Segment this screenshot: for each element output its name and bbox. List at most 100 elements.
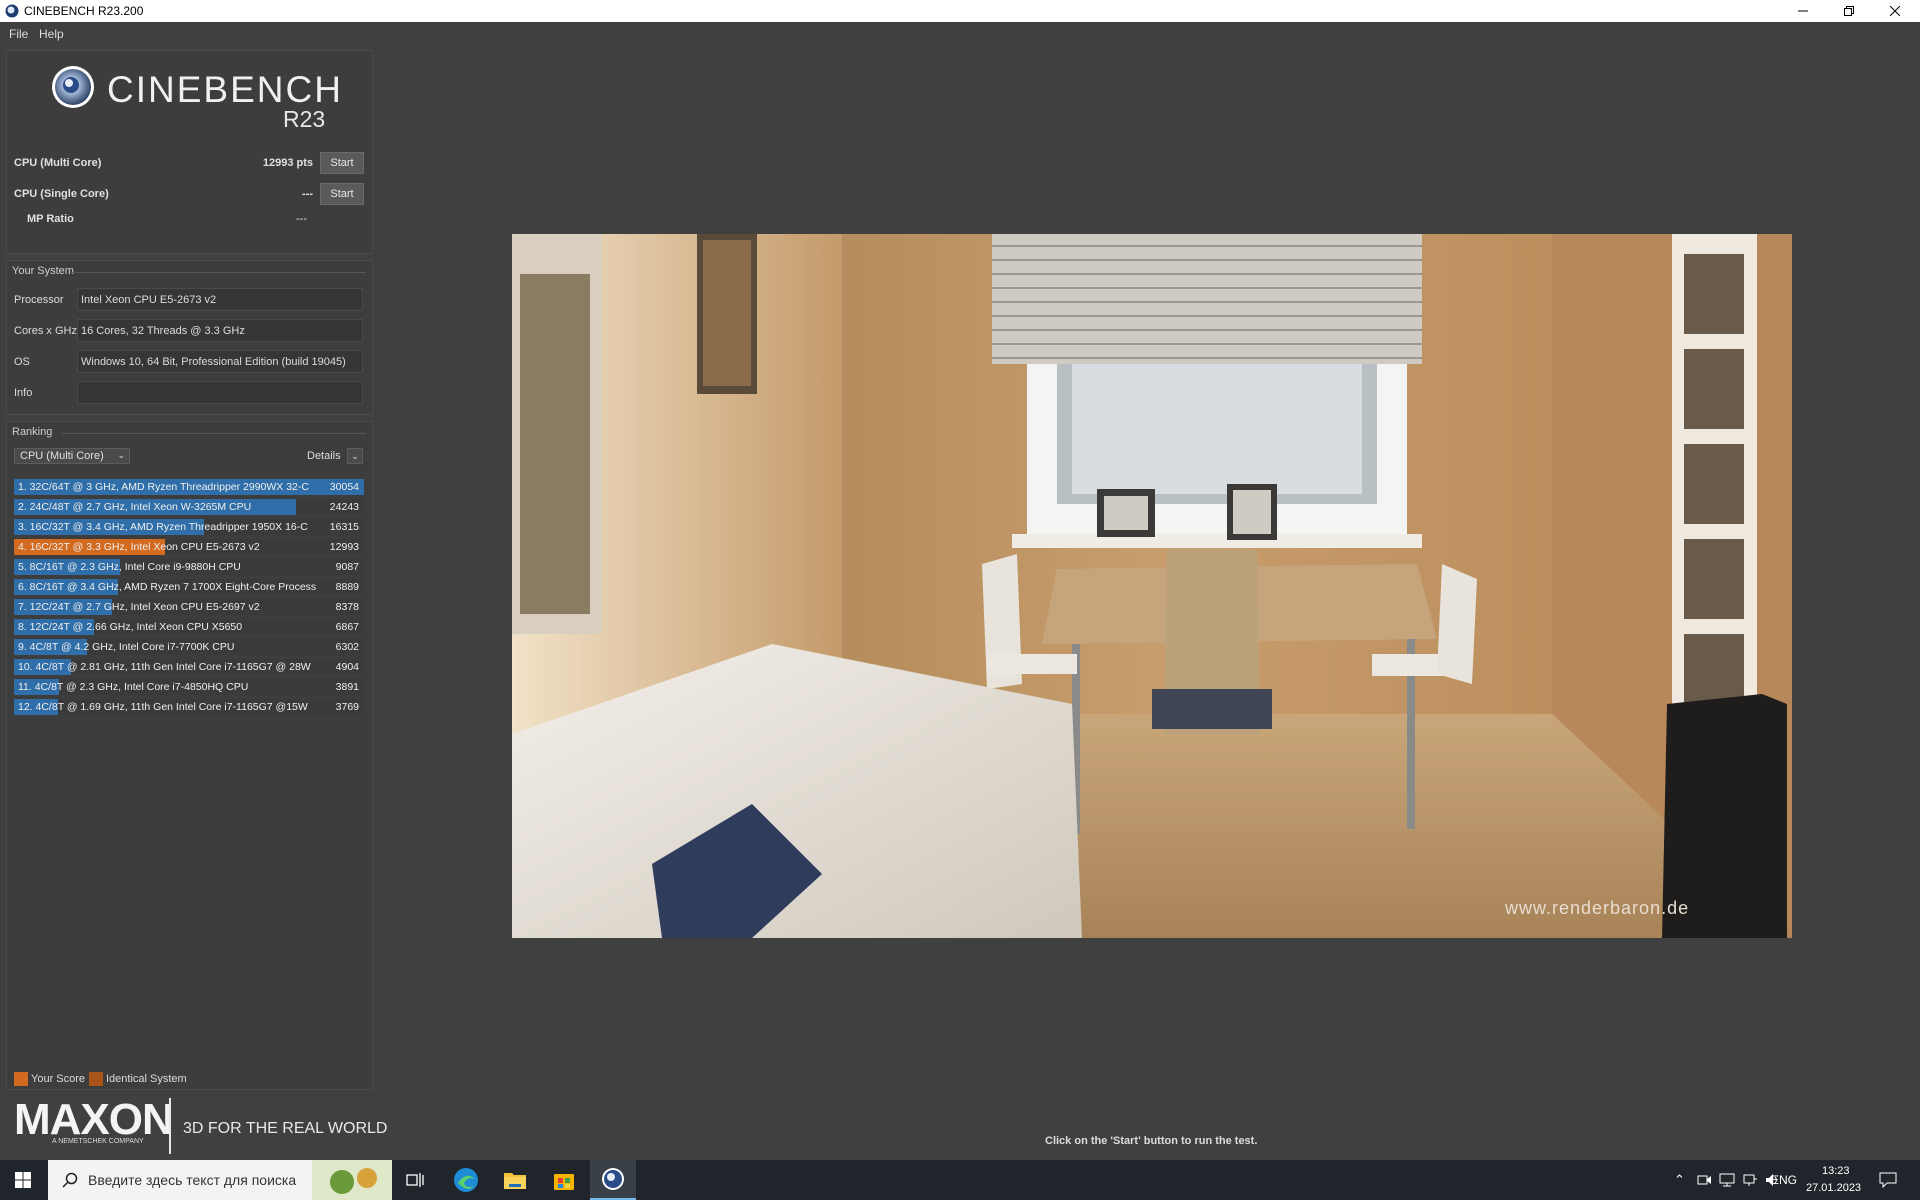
your-system-title: Your System [12,265,74,277]
language-indicator[interactable]: ENG [1771,1173,1797,1187]
ranking-cpu-name: 1. 32C/64T @ 3 GHz, AMD Ryzen Threadripp… [18,481,309,493]
os-field: Windows 10, 64 Bit, Professional Edition… [77,350,363,373]
search-placeholder: Введите здесь текст для поиска [88,1172,297,1188]
ethernet-icon[interactable] [1742,1172,1758,1188]
ranking-row[interactable]: 2. 24C/48T @ 2.7 GHz, Intel Xeon W-3265M… [14,499,364,515]
edge-icon [454,1168,478,1192]
mp-ratio-label: MP Ratio [27,213,74,225]
ranking-score: 3891 [335,681,359,693]
ranking-cpu-name: 6. 8C/16T @ 3.4 GHz, AMD Ryzen 7 1700X E… [18,581,317,593]
ranking-cpu-name: 9. 4C/8T @ 4.2 GHz, Intel Core i7-7700K … [18,641,235,653]
task-view-button[interactable] [392,1160,438,1200]
ranking-cpu-name: 3. 16C/32T @ 3.4 GHz, AMD Ryzen Threadri… [18,521,308,533]
ranking-score: 12993 [329,541,359,553]
ranking-row[interactable]: 4. 16C/32T @ 3.3 GHz, Intel Xeon CPU E5-… [14,539,364,555]
os-label: OS [14,356,30,368]
ranking-row[interactable]: 8. 12C/24T @ 2.66 GHz, Intel Xeon CPU X5… [14,619,364,635]
chevron-down-icon: ⌄ [351,451,359,461]
start-multi-core-button[interactable]: Start [320,152,364,174]
taskbar-edge-button[interactable] [443,1160,489,1200]
network-icon[interactable] [1719,1172,1735,1188]
meet-now-icon[interactable] [1696,1172,1712,1188]
minimize-button[interactable] [1780,0,1826,22]
taskbar-explorer-button[interactable] [492,1160,538,1200]
ranking-score: 3769 [335,701,359,713]
identical-system-swatch [89,1072,103,1086]
taskbar-store-button[interactable] [541,1160,587,1200]
restore-button[interactable] [1826,0,1872,22]
menu-help[interactable]: Help [39,27,64,41]
ranking-row[interactable]: 7. 12C/24T @ 2.7 GHz, Intel Xeon CPU E5-… [14,599,364,615]
ranking-score: 6867 [335,621,359,633]
start-single-core-button[interactable]: Start [320,183,364,205]
mp-ratio-value: --- [296,213,307,225]
ranking-row[interactable]: 1. 32C/64T @ 3 GHz, AMD Ryzen Threadripp… [14,479,364,495]
notification-icon[interactable] [1879,1172,1897,1188]
section-divider [62,433,366,434]
ranking-cpu-name: 11. 4C/8T @ 2.3 GHz, Intel Core i7-4850H… [18,681,249,693]
status-message: Click on the 'Start' button to run the t… [1045,1135,1258,1147]
windows-logo-icon [15,1172,31,1188]
ranking-score: 8378 [335,601,359,613]
ranking-score: 16315 [329,521,359,533]
ranking-type-dropdown[interactable]: CPU (Multi Core) ⌄ [14,448,130,464]
ranking-cpu-name: 7. 12C/24T @ 2.7 GHz, Intel Xeon CPU E5-… [18,601,260,613]
identical-system-legend: Identical System [106,1073,187,1085]
cores-field: 16 Cores, 32 Threads @ 3.3 GHz [77,319,363,342]
cinebench-logo-icon [52,66,94,108]
start-menu-button[interactable] [0,1160,46,1200]
ranking-score: 30054 [329,481,359,493]
ranking-title: Ranking [12,426,53,438]
tray-overflow-icon[interactable]: ⌃ [1674,1172,1685,1188]
cinebench-logo-text: CINEBENCH [107,69,343,110]
ranking-row[interactable]: 12. 4C/8T @ 1.69 GHz, 11th Gen Intel Cor… [14,699,364,715]
cpu-multi-core-label: CPU (Multi Core) [14,157,102,169]
chevron-down-icon: ⌄ [117,450,125,460]
ranking-row[interactable]: 5. 8C/16T @ 2.3 GHz, Intel Core i9-9880H… [14,559,364,575]
info-field[interactable] [77,381,363,404]
ranking-cpu-name: 8. 12C/24T @ 2.66 GHz, Intel Xeon CPU X5… [18,621,243,633]
clock-time[interactable]: 13:23 [1822,1165,1850,1177]
render-watermark: www.renderbaron.de [1505,898,1690,918]
ranking-score: 8889 [335,581,359,593]
cpu-multi-core-score: 12993 pts [262,157,313,169]
store-icon [554,1174,574,1190]
ranking-score: 6302 [335,641,359,653]
ranking-score: 24243 [329,501,359,513]
ranking-row[interactable]: 11. 4C/8T @ 2.3 GHz, Intel Core i7-4850H… [14,679,364,695]
cores-label: Cores x GHz [14,325,77,337]
version-label: R23 [283,106,326,132]
your-score-legend: Your Score [31,1073,86,1085]
your-score-swatch [14,1072,28,1086]
details-label: Details [307,450,341,462]
ranking-row[interactable]: 3. 16C/32T @ 3.4 GHz, AMD Ryzen Threadri… [14,519,364,535]
your-system-panel: Your System Processor Intel Xeon CPU E5-… [6,260,373,415]
ranking-row[interactable]: 9. 4C/8T @ 4.2 GHz, Intel Core i7-7700K … [14,639,364,655]
cinebench-taskbar-icon [602,1168,624,1190]
menu-bar: File Help [0,22,1920,44]
maxon-tagline: 3D FOR THE REAL WORLD [183,1120,388,1137]
menu-file[interactable]: File [9,27,28,41]
ranking-type-value: CPU (Multi Core) [20,450,104,462]
ranking-cpu-name: 12. 4C/8T @ 1.69 GHz, 11th Gen Intel Cor… [18,701,308,713]
windows-taskbar: Введите здесь текст для поиска ⌃ ENG 13:… [0,1160,1920,1200]
task-view-icon [406,1173,424,1187]
close-icon [1890,6,1900,16]
clock-date[interactable]: 27.01.2023 [1806,1182,1861,1194]
cinebench-app-icon [5,4,19,18]
details-toggle-button[interactable]: ⌄ [347,448,363,464]
footer-divider [169,1098,171,1154]
ranking-row[interactable]: 10. 4C/8T @ 2.81 GHz, 11th Gen Intel Cor… [14,659,364,675]
benchmark-panel: CINEBENCH R23 CPU (Multi Core) 12993 pts… [6,50,373,254]
ranking-row[interactable]: 6. 8C/16T @ 3.4 GHz, AMD Ryzen 7 1700X E… [14,579,364,595]
folder-icon [504,1173,526,1189]
ranking-cpu-name: 10. 4C/8T @ 2.81 GHz, 11th Gen Intel Cor… [18,661,311,673]
section-divider [71,272,366,273]
close-button[interactable] [1872,0,1918,22]
ranking-cpu-name: 5. 8C/16T @ 2.3 GHz, Intel Core i9-9880H… [18,561,241,573]
taskbar-cinebench-button[interactable] [590,1160,636,1200]
render-scene-image [512,234,1792,938]
restore-icon [1844,6,1854,16]
taskbar-search-box[interactable]: Введите здесь текст для поиска [48,1160,392,1200]
window-title: CINEBENCH R23.200 [24,4,144,18]
